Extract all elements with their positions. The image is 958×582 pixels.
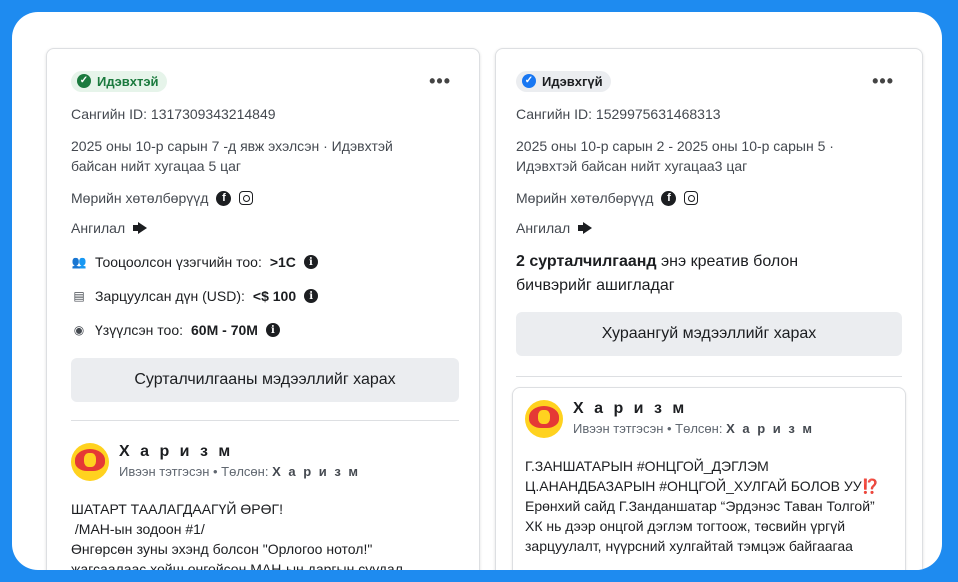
advertiser-header: Х а р и з м Ивээн тэтгэсэн • Төлсөн: Х а… xyxy=(71,443,459,481)
people-icon: 👥 xyxy=(71,255,87,269)
run-info: 2025 оны 10-р сарын 7 -д явж эхэлсэн · И… xyxy=(71,138,393,174)
run-info: 2025 оны 10-р сарын 2 - 2025 оны 10-р са… xyxy=(516,138,834,174)
check-circle-icon: ✓ xyxy=(77,74,91,88)
platforms-label: Мөрийн хөтөлбөрүүд xyxy=(516,190,654,206)
facebook-icon: f xyxy=(661,190,677,206)
advertiser-name[interactable]: Х а р и з м xyxy=(119,443,360,461)
ad-body-text: Г.ЗАНШАТАРЫН #ОНЦГОЙ_ДЭГЛЭМ Ц.АНАНДБАЗАР… xyxy=(525,458,880,554)
info-icon[interactable]: i xyxy=(303,255,318,269)
metric-spend: ▤ Зарцуулсан дүн (USD): <$ 100 i xyxy=(71,286,459,306)
avatar[interactable] xyxy=(71,443,109,481)
ad-preview-card: Х а р и з м Ивээн тэтгэсэн • Төлсөн: Х а… xyxy=(512,387,906,570)
library-id: Сангийн ID: 1529975631468313 xyxy=(516,106,721,122)
advertiser-header: Х а р и з м Ивээн тэтгэсэн • Төлсөн: Х а… xyxy=(525,400,893,438)
view-summary-button[interactable]: Хураангуй мэдээллийг харах xyxy=(516,312,902,356)
instagram-icon xyxy=(684,191,699,205)
facebook-icon: f xyxy=(216,190,232,206)
platforms-row: Мөрийн хөтөлбөрүүд f xyxy=(516,188,902,208)
status-badge: ✓ Идэвхтэй xyxy=(71,70,167,92)
category-row: Ангилал xyxy=(516,218,902,238)
money-icon: ▤ xyxy=(73,289,85,303)
category-label: Ангилал xyxy=(516,220,571,236)
advertiser-name[interactable]: Х а р и з м xyxy=(573,400,814,418)
more-options-icon[interactable]: ••• xyxy=(872,72,902,90)
check-circle-icon: ✓ xyxy=(522,74,536,88)
library-id: Сангийн ID: 1317309343214849 xyxy=(71,106,276,122)
platforms-label: Мөрийн хөтөлбөрүүд xyxy=(71,190,209,206)
megaphone-icon xyxy=(133,222,149,234)
status-label: Идэвхгүй xyxy=(542,73,603,89)
metric-impressions: ◉ Үзүүлсэн тоо: 60М - 70М i xyxy=(71,320,459,340)
divider xyxy=(71,420,459,421)
ad-body-text: ШАТАРТ ТААЛАГДААГҮЙ ӨРӨГ! /МАН-ын зодоон… xyxy=(71,501,403,570)
category-label: Ангилал xyxy=(71,220,126,236)
view-ad-details-button[interactable]: Сурталчилгааны мэдээллийг харах xyxy=(71,358,459,402)
category-row: Ангилал xyxy=(71,218,459,238)
eye-icon: ◉ xyxy=(73,323,85,337)
status-label: Идэвхтэй xyxy=(97,73,159,89)
advertiser-sub: Ивээн тэтгэсэн • Төлсөн: Х а р и з м xyxy=(573,421,815,436)
megaphone-icon xyxy=(578,222,594,234)
instagram-icon xyxy=(239,191,254,205)
advertiser-sub: Ивээн тэтгэсэн • Төлсөн: Х а р и з м xyxy=(119,464,361,479)
screenshot-frame: ✓ Идэвхтэй ••• Сангийн ID: 1317309343214… xyxy=(12,12,942,570)
more-options-icon[interactable]: ••• xyxy=(429,72,459,90)
platforms-row: Мөрийн хөтөлбөрүүд f xyxy=(71,188,459,208)
ad-card-active: ✓ Идэвхтэй ••• Сангийн ID: 1317309343214… xyxy=(46,48,480,570)
ad-card-inactive: ✓ Идэвхгүй ••• Сангийн ID: 1529975631468… xyxy=(495,48,923,570)
divider xyxy=(516,376,902,377)
creative-usage: 2 сурталчилгаанд энэ креатив болон бичвэ… xyxy=(516,253,799,294)
info-icon[interactable]: i xyxy=(304,289,319,303)
status-badge: ✓ Идэвхгүй xyxy=(516,70,611,92)
avatar[interactable] xyxy=(525,400,563,438)
metric-audience: 👥 Тооцоолсон үзэгчийн тоо: >1С i xyxy=(71,252,459,272)
info-icon[interactable]: i xyxy=(265,323,280,337)
